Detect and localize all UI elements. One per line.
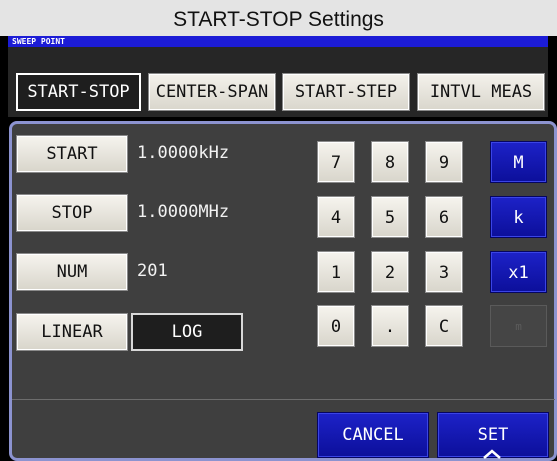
key-8[interactable]: 8 (371, 141, 409, 183)
key-1[interactable]: 1 (317, 251, 355, 293)
tab-center-span[interactable]: CENTER-SPAN (148, 73, 276, 111)
sweep-point-header: SWEEP POINT (8, 36, 548, 47)
key-clear[interactable]: C (425, 305, 463, 347)
num-button[interactable]: NUM (16, 253, 128, 291)
unit-mega-button[interactable]: M (490, 141, 547, 183)
unit-kilo-button[interactable]: k (490, 196, 547, 238)
key-5[interactable]: 5 (371, 196, 409, 238)
window-title: START-STOP Settings (0, 0, 557, 36)
key-4[interactable]: 4 (317, 196, 355, 238)
set-label: SET (477, 425, 509, 445)
tab-start-stop[interactable]: START-STOP (16, 73, 141, 111)
start-value: 1.0000kHz (137, 143, 230, 163)
num-value: 201 (137, 261, 168, 281)
key-6[interactable]: 6 (425, 196, 463, 238)
unit-x1-button[interactable]: x1 (490, 251, 547, 293)
linear-button[interactable]: LINEAR (16, 313, 128, 351)
key-7[interactable]: 7 (317, 141, 355, 183)
key-decimal[interactable]: . (371, 305, 409, 347)
key-9[interactable]: 9 (425, 141, 463, 183)
set-button[interactable]: SET (437, 412, 549, 459)
start-button[interactable]: START (16, 135, 128, 173)
tab-start-step[interactable]: START-STEP (282, 73, 410, 111)
unit-milli-button[interactable]: m (490, 305, 547, 347)
footer-divider (12, 399, 555, 400)
key-2[interactable]: 2 (371, 251, 409, 293)
stop-value: 1.0000MHz (137, 202, 230, 222)
touch-cursor-icon (483, 449, 501, 459)
key-3[interactable]: 3 (425, 251, 463, 293)
stop-button[interactable]: STOP (16, 194, 128, 232)
key-0[interactable]: 0 (317, 305, 355, 347)
tab-intvl-meas[interactable]: INTVL MEAS (417, 73, 545, 111)
cancel-button[interactable]: CANCEL (317, 412, 429, 458)
log-button[interactable]: LOG (131, 313, 243, 351)
